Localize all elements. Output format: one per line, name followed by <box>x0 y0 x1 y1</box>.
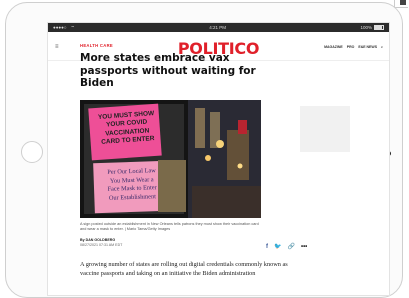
article-photo: YOU MUST SHOW YOUR COVID VACCINATION CAR… <box>80 100 261 218</box>
mask-sign: Per Our Local Law You Must Wear a Face M… <box>95 167 168 203</box>
wifi-icon: ⌔ <box>70 24 75 30</box>
vaccination-sign: YOU MUST SHOW YOUR COVID VACCINATION CAR… <box>93 110 161 148</box>
top-nav: MAGAZINE PRO E&E NEWS ⌕ <box>324 45 383 49</box>
photo-caption: A sign posted outside an establishment i… <box>80 222 259 231</box>
side-panel <box>300 106 350 152</box>
twitter-icon[interactable]: 🐦 <box>274 243 281 250</box>
corner-widget <box>394 0 408 8</box>
battery-icon <box>373 24 384 31</box>
home-button[interactable] <box>21 141 43 163</box>
signal-indicator: ●●●●○ <box>53 25 67 30</box>
more-icon[interactable]: ••• <box>301 244 307 250</box>
facebook-icon[interactable]: f <box>266 244 268 250</box>
nav-magazine[interactable]: MAGAZINE <box>324 45 343 49</box>
section-label[interactable]: HEALTH CARE <box>80 43 260 48</box>
status-bar: ●●●●○ ⌔ 4:21 PM 100% <box>48 23 389 32</box>
article-header: HEALTH CARE More states embrace vax pass… <box>80 43 260 90</box>
clock: 4:21 PM <box>209 25 227 30</box>
headline: More states embrace vax passports withou… <box>80 52 256 89</box>
link-icon[interactable]: 🔗 <box>287 243 294 250</box>
article-body: A growing number of states are rolling o… <box>80 261 288 277</box>
share-bar: f 🐦 🔗 ••• <box>266 243 307 251</box>
byline: By DAN GOLDBERG 08/27/2021 07:31 AM EDT <box>80 238 122 248</box>
search-icon[interactable]: ⌕ <box>381 45 383 49</box>
nav-pro[interactable]: PRO <box>347 45 355 49</box>
nav-ee-news[interactable]: E&E NEWS <box>358 45 377 49</box>
publish-date: 08/27/2021 07:31 AM EDT <box>80 243 123 247</box>
battery-percent: 100% <box>360 24 372 30</box>
